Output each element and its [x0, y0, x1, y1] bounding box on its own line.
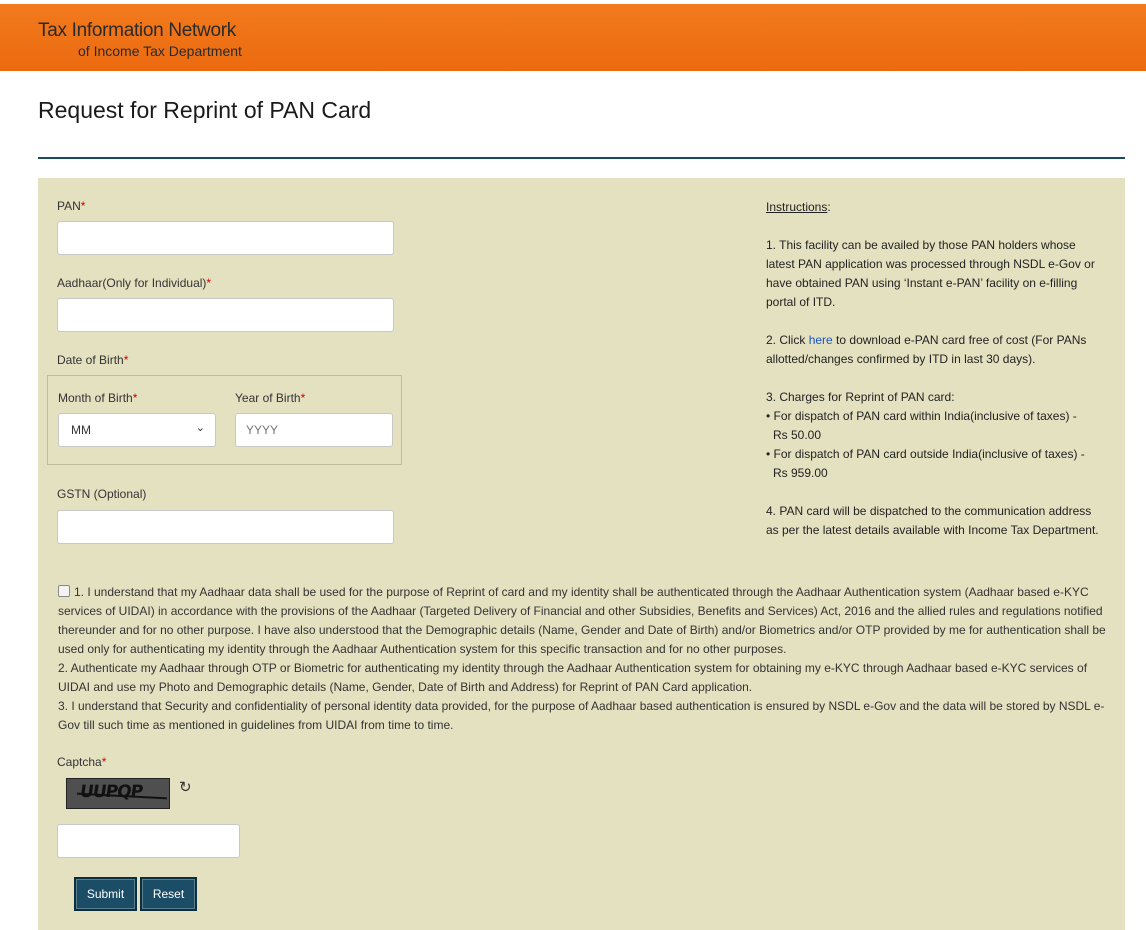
download-epan-link[interactable]: here: [809, 333, 833, 347]
month-selected-value: MM: [71, 423, 91, 437]
month-of-birth-label: Month of Birth*: [58, 391, 138, 405]
gstn-input[interactable]: [57, 510, 394, 544]
title-divider: [38, 157, 1125, 159]
aadhaar-label: Aadhaar(Only for Individual)*: [57, 276, 212, 290]
brand-subtitle: of Income Tax Department: [78, 43, 242, 59]
consent-text: 1. I understand that my Aadhaar data sha…: [58, 583, 1108, 735]
submit-button[interactable]: Submit: [74, 877, 137, 911]
gstn-label: GSTN (Optional): [57, 487, 147, 501]
chevron-down-icon: ⌄: [195, 422, 205, 434]
instructions-heading: Instructions:: [766, 200, 831, 214]
instruction-item-4: 4. PAN card will be dispatched to the co…: [766, 504, 1099, 537]
captcha-label: Captcha*: [57, 755, 107, 769]
captcha-image-text: UUPQP: [78, 782, 144, 802]
consent-checkbox[interactable]: [58, 585, 70, 597]
consent-para-3: 3. I understand that Security and confid…: [58, 699, 1105, 732]
pan-input[interactable]: [57, 221, 394, 255]
page-title: Request for Reprint of PAN Card: [38, 97, 372, 123]
month-of-birth-select[interactable]: MM ⌄: [58, 413, 216, 447]
year-of-birth-label: Year of Birth*: [235, 391, 306, 405]
instruction-item-3-title: 3. Charges for Reprint of PAN card:: [766, 390, 955, 404]
dob-group: Month of Birth* MM ⌄ Year of Birth*: [47, 375, 402, 465]
instruction-charge-india-amount: Rs 50.00: [773, 428, 822, 442]
instruction-charge-india: • For dispatch of PAN card within India(…: [766, 409, 1077, 423]
captcha-image: UUPQP: [66, 778, 170, 809]
instruction-item-1: 1. This facility can be availed by those…: [766, 238, 1095, 309]
instruction-charge-outside-amount: Rs 959.00: [773, 466, 828, 480]
instruction-charge-outside: • For dispatch of PAN card outside India…: [766, 447, 1085, 461]
consent-para-2: 2. Authenticate my Aadhaar through OTP o…: [58, 661, 1088, 694]
refresh-icon[interactable]: ↻: [179, 778, 192, 796]
reset-button[interactable]: Reset: [140, 877, 197, 911]
aadhaar-input[interactable]: [57, 298, 394, 332]
form-panel: PAN* Aadhaar(Only for Individual)* Date …: [38, 178, 1125, 930]
captcha-input[interactable]: [57, 824, 240, 858]
instruction-item-2: 2. Click here to download e-PAN card fre…: [766, 333, 1087, 366]
year-of-birth-input[interactable]: [235, 413, 393, 447]
dob-label: Date of Birth*: [57, 353, 129, 367]
consent-para-1: 1. I understand that my Aadhaar data sha…: [58, 585, 1106, 656]
site-header: Tax Information Network of Income Tax De…: [0, 4, 1146, 71]
brand-title: Tax Information Network: [38, 20, 236, 41]
instructions-panel: Instructions: 1. This facility can be av…: [766, 198, 1106, 540]
pan-label: PAN*: [57, 199, 86, 213]
